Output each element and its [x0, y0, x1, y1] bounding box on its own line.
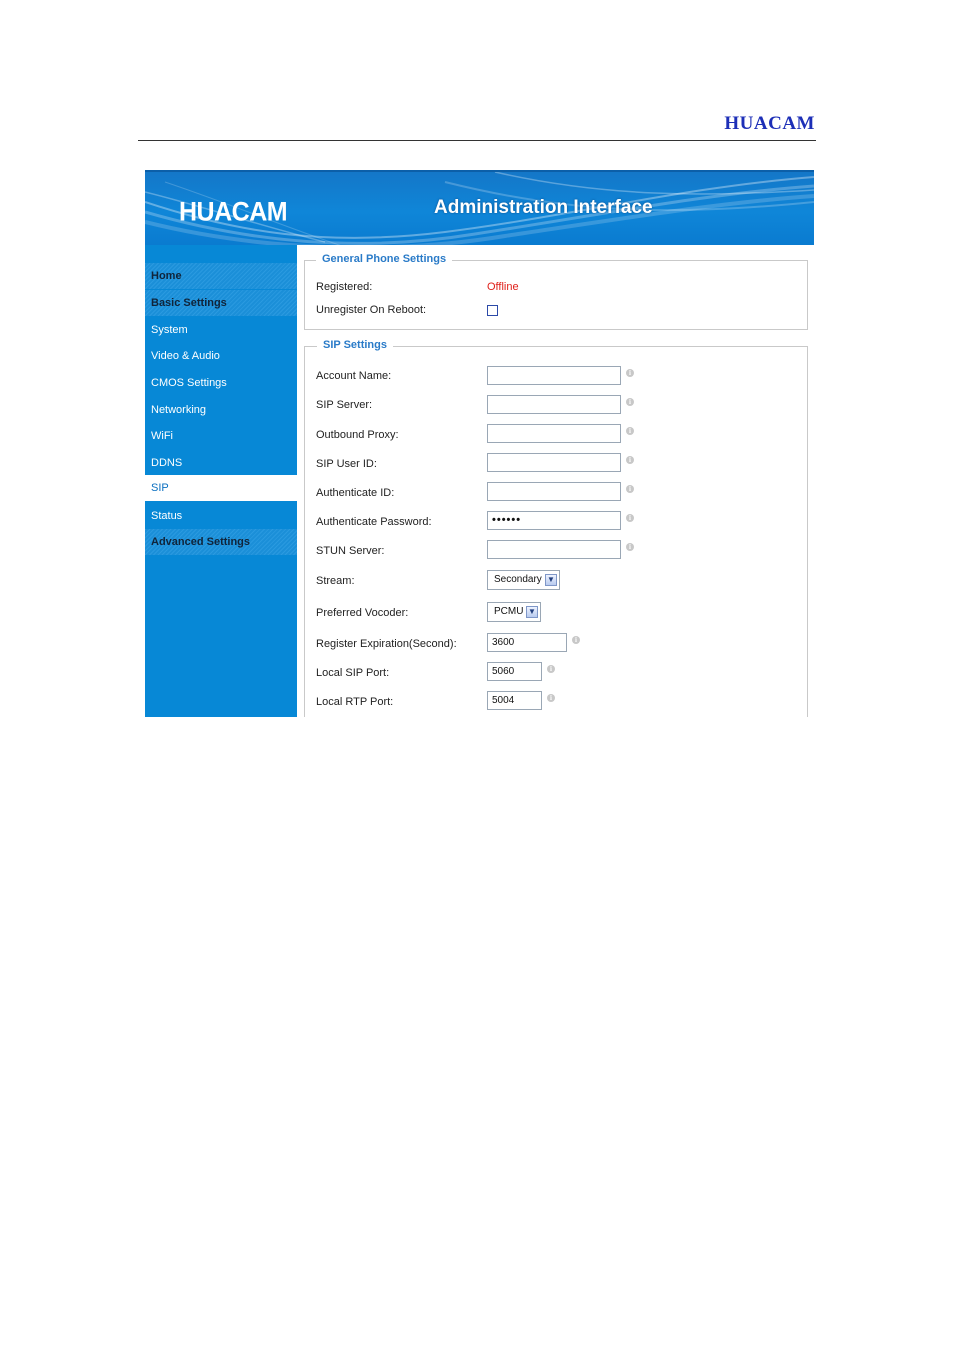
- preferred-vocoder-label: Preferred Vocoder:: [316, 607, 409, 619]
- stun-server-label: STUN Server:: [316, 545, 385, 557]
- account-name-input[interactable]: [487, 366, 621, 385]
- register-expiration-label: Register Expiration(Second):: [316, 638, 457, 650]
- outbound-proxy-input[interactable]: [487, 424, 621, 443]
- sip-server-info-icon[interactable]: i: [626, 398, 634, 406]
- sip-server-input[interactable]: [487, 395, 621, 414]
- general-phone-settings-legend: General Phone Settings: [316, 253, 453, 265]
- outbound-proxy-info-icon[interactable]: i: [626, 427, 634, 435]
- chevron-down-icon[interactable]: ▼: [545, 574, 557, 586]
- register-expiration-input[interactable]: [487, 633, 567, 652]
- local-sip-port-label: Local SIP Port:: [316, 667, 390, 679]
- sip-user-id-label: SIP User ID:: [316, 458, 377, 470]
- banner: HUACAM Administration Interface: [145, 170, 814, 245]
- authenticate-id-label: Authenticate ID:: [316, 487, 395, 499]
- authenticate-password-label: Authenticate Password:: [316, 516, 432, 528]
- sidebar-item-networking[interactable]: Networking: [145, 397, 297, 423]
- banner-title: Administration Interface: [434, 197, 653, 218]
- sidebar-item-wifi[interactable]: WiFi: [145, 423, 297, 449]
- sip-user-id-input[interactable]: [487, 453, 621, 472]
- sidebar-item-ddns[interactable]: DDNS: [145, 450, 297, 476]
- local-rtp-port-info-icon[interactable]: i: [547, 694, 555, 702]
- registered-label: Registered:: [316, 281, 373, 293]
- stun-server-info-icon[interactable]: i: [626, 543, 634, 551]
- sidebar-item-home[interactable]: Home: [145, 263, 297, 289]
- authenticate-password-input[interactable]: ••••••: [487, 511, 621, 530]
- local-sip-port-input[interactable]: [487, 662, 542, 681]
- banner-logo: HUACAM: [179, 196, 288, 228]
- chevron-down-icon[interactable]: ▼: [526, 606, 538, 618]
- local-rtp-port-input[interactable]: [487, 691, 542, 710]
- outbound-proxy-label: Outbound Proxy:: [316, 429, 399, 441]
- authenticate-password-info-icon[interactable]: i: [626, 514, 634, 522]
- stun-server-input[interactable]: [487, 540, 621, 559]
- registered-status-value: Offline: [487, 281, 519, 293]
- sidebar-item-video-audio[interactable]: Video & Audio: [145, 343, 297, 369]
- stream-select-value: Secondary: [494, 574, 542, 585]
- sidebar-item-status[interactable]: Status: [145, 503, 297, 529]
- sip-user-id-info-icon[interactable]: i: [626, 456, 634, 464]
- account-name-info-icon[interactable]: i: [626, 369, 634, 377]
- sip-settings-legend: SIP Settings: [317, 339, 393, 351]
- sip-server-label: SIP Server:: [316, 399, 373, 411]
- local-rtp-port-label: Local RTP Port:: [316, 696, 394, 708]
- sidebar-item-cmos-settings[interactable]: CMOS Settings: [145, 370, 297, 396]
- stream-label: Stream:: [316, 575, 355, 587]
- document-brand: HUACAM: [724, 113, 815, 134]
- document-header-rule: [138, 140, 816, 141]
- sidebar-item-sip[interactable]: SIP: [145, 475, 297, 501]
- content-area: General Phone Settings Registered: Offli…: [297, 245, 814, 717]
- account-name-label: Account Name:: [316, 370, 392, 382]
- general-phone-settings-box: General Phone Settings: [304, 253, 808, 330]
- authenticate-id-input[interactable]: [487, 482, 621, 501]
- admin-screenshot: HUACAM Administration Interface Home Bas…: [145, 170, 814, 717]
- stream-select[interactable]: Secondary ▼: [487, 570, 560, 590]
- sidebar-item-system[interactable]: System: [145, 317, 297, 343]
- authenticate-id-info-icon[interactable]: i: [626, 485, 634, 493]
- preferred-vocoder-select[interactable]: PCMU ▼: [487, 602, 541, 622]
- sidebar: Home Basic Settings System Video & Audio…: [145, 245, 297, 717]
- unregister-on-reboot-label: Unregister On Reboot:: [316, 304, 427, 316]
- sidebar-item-advanced-settings[interactable]: Advanced Settings: [145, 529, 297, 555]
- unregister-on-reboot-checkbox[interactable]: [487, 305, 498, 316]
- preferred-vocoder-select-value: PCMU: [494, 606, 524, 617]
- sidebar-item-basic-settings[interactable]: Basic Settings: [145, 290, 297, 316]
- register-expiration-info-icon[interactable]: i: [572, 636, 580, 644]
- local-sip-port-info-icon[interactable]: i: [547, 665, 555, 673]
